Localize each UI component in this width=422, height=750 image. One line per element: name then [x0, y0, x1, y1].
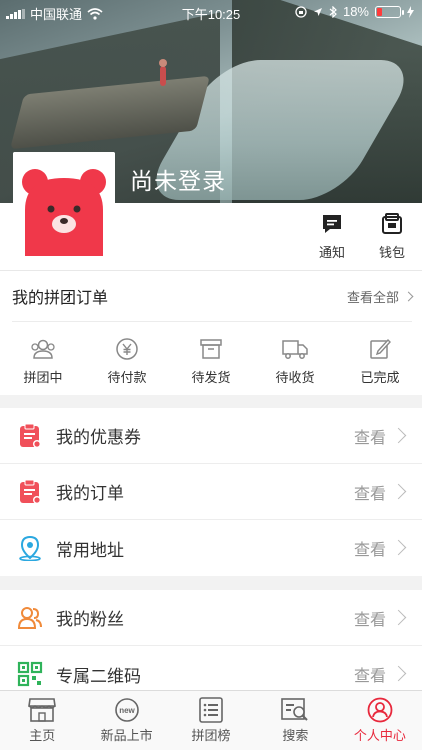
group-orders-header[interactable]: 我的拼团订单 查看全部	[12, 271, 414, 322]
tab-group-ranking[interactable]: 拼团榜	[169, 691, 253, 750]
chevron-right-icon	[390, 539, 407, 556]
user-icon	[367, 697, 393, 723]
status-grouping[interactable]: 拼团中	[8, 337, 78, 386]
status-bar: 中国联通 下午10:25 18%	[0, 0, 422, 24]
qrcode-icon	[17, 661, 43, 687]
view-link: 查看	[353, 485, 386, 503]
menu-item-fans[interactable]: 我的粉丝 查看	[0, 590, 422, 646]
charging-icon	[407, 5, 414, 18]
wallet-label: 钱包	[378, 245, 405, 260]
view-link: 查看	[353, 611, 386, 629]
chevron-right-icon	[403, 291, 414, 301]
yuan-icon	[116, 338, 138, 360]
group-orders-title: 我的拼团订单	[12, 290, 109, 307]
lock-rotation-icon	[295, 5, 307, 18]
avatar[interactable]	[13, 152, 115, 256]
list-icon	[199, 697, 223, 723]
menu-item-label: 我的粉丝	[56, 610, 124, 629]
menu-item-label: 常用地址	[56, 540, 124, 560]
tab-new-arrivals[interactable]: new 新品上市	[84, 691, 168, 750]
location-icon	[19, 535, 41, 561]
menu-item-label: 我的优惠券	[56, 428, 141, 447]
view-all-orders-link[interactable]: 查看全部	[347, 287, 414, 306]
menu-item-label: 专属二维码	[56, 666, 141, 686]
edit-icon	[370, 338, 391, 359]
menu-item-orders[interactable]: 我的订单 查看	[0, 464, 422, 520]
chevron-right-icon	[390, 665, 407, 682]
notification-label: 通知	[318, 245, 345, 260]
view-link: 查看	[353, 668, 386, 685]
chevron-right-icon	[390, 427, 407, 444]
menu-item-label: 我的订单	[56, 484, 124, 503]
status-completed[interactable]: 已完成	[345, 337, 415, 386]
status-unpaid[interactable]: 待付款	[92, 337, 162, 386]
bear-avatar-icon	[13, 152, 115, 256]
truck-icon	[282, 340, 308, 359]
coupon-icon	[20, 423, 41, 448]
message-icon	[323, 215, 341, 233]
group-orders-card: 我的拼团订单 查看全部 拼团中 待付款 待发货 待收货 已完成	[0, 270, 422, 395]
username-login-prompt[interactable]: 尚未登录	[130, 162, 226, 196]
battery-percent: 18%	[342, 4, 369, 19]
svg-text:new: new	[119, 706, 135, 715]
order-icon	[20, 479, 41, 504]
menu-item-addresses[interactable]: 常用地址 查看	[0, 520, 422, 576]
wallet-button[interactable]: 钱包	[372, 212, 412, 261]
chevron-right-icon	[390, 609, 407, 626]
chevron-right-icon	[390, 483, 407, 500]
box-icon	[200, 339, 222, 359]
menu-group-secondary: 我的粉丝 查看 专属二维码 查看	[0, 590, 422, 702]
tab-search[interactable]: 搜索	[253, 691, 337, 750]
status-to-ship[interactable]: 待发货	[176, 337, 246, 386]
status-to-receive[interactable]: 待收货	[260, 337, 330, 386]
tab-home[interactable]: 主页	[0, 691, 84, 750]
group-icon	[31, 339, 55, 359]
tab-profile[interactable]: 个人中心	[338, 691, 422, 750]
search-icon	[281, 698, 309, 721]
shop-icon	[28, 698, 57, 722]
bluetooth-icon	[329, 5, 337, 18]
view-link: 查看	[353, 542, 386, 559]
notification-button[interactable]: 通知	[312, 212, 352, 261]
menu-group-primary: 我的优惠券 查看 我的订单 查看 常用地址 查看	[0, 408, 422, 576]
new-icon: new	[114, 698, 139, 722]
view-link: 查看	[353, 429, 386, 447]
fans-icon	[17, 607, 42, 629]
location-arrow-icon	[313, 7, 322, 16]
menu-item-coupons[interactable]: 我的优惠券 查看	[0, 408, 422, 464]
wallet-icon	[382, 213, 402, 234]
profile-page: 中国联通 下午10:25 18% 尚未登录 通知 钱包 我的拼团订单 查看全部 …	[0, 0, 422, 750]
battery-icon	[375, 5, 404, 18]
bottom-tab-bar: 主页 new 新品上市 拼团榜 搜索 个人中心	[0, 690, 422, 750]
